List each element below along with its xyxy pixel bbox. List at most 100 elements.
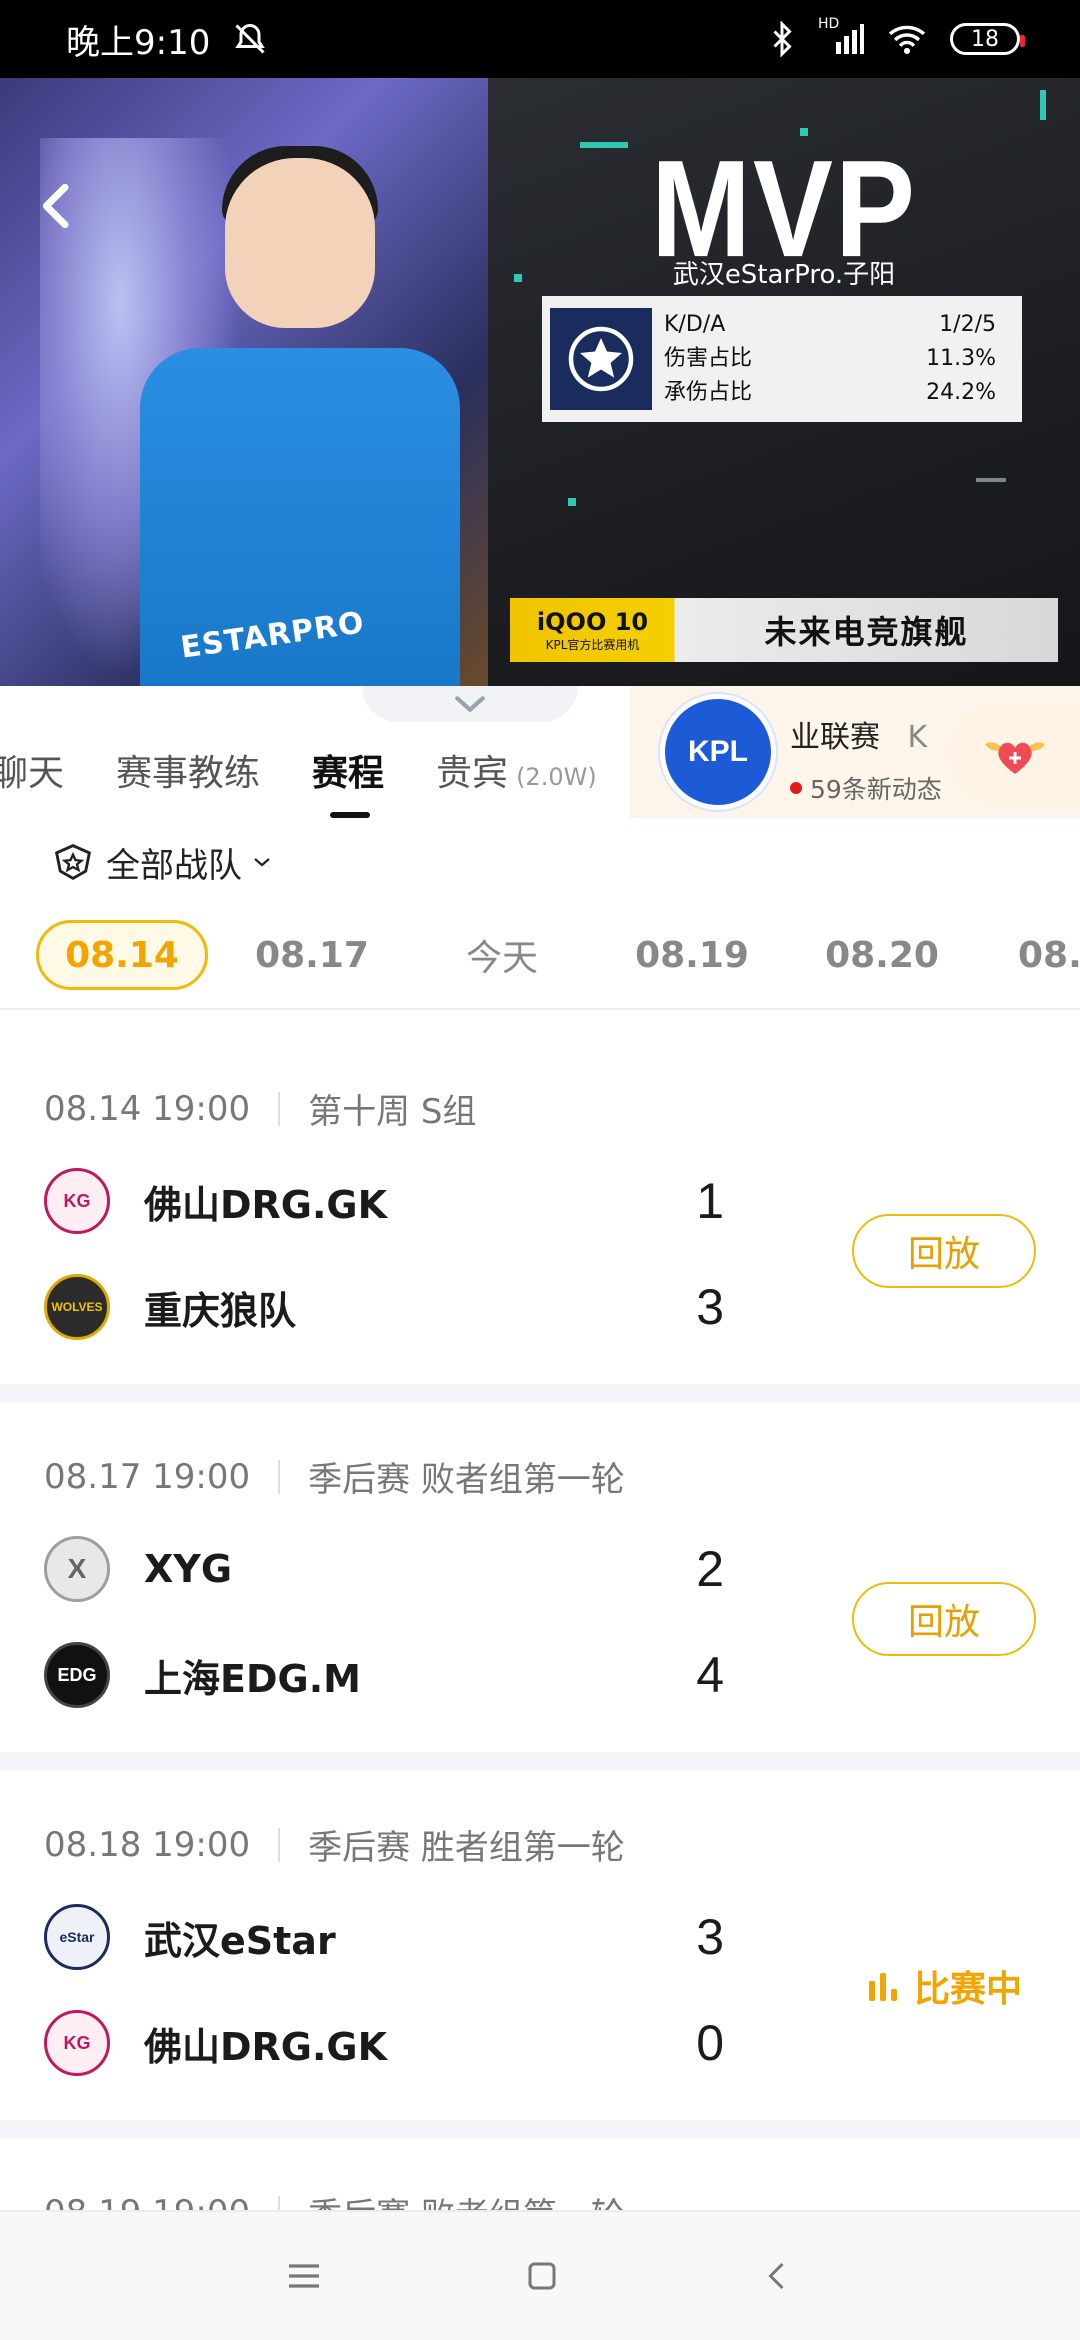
decor-line xyxy=(1040,90,1046,120)
date-tab-0820[interactable]: 08.20 xyxy=(796,920,968,990)
team-name: 上海EDG.M xyxy=(144,1656,361,1701)
team-logo: EDG xyxy=(44,1642,110,1708)
tab-coach[interactable]: 赛事教练 xyxy=(116,744,260,796)
team-score: 3 xyxy=(696,1909,724,1965)
tab-bar: 聊天 赛事教练 赛程 贵宾 (2.0W) KPL 业联赛 K 59条新动态 xyxy=(0,686,1080,818)
shield-star-icon xyxy=(54,844,92,881)
team-row: eStar 武汉eStar 3 xyxy=(44,1900,724,1974)
divider xyxy=(278,2195,281,2210)
signal-icon: HD xyxy=(818,16,864,56)
live-card-updates: 59条新动态 xyxy=(790,770,942,806)
divider xyxy=(278,1827,281,1862)
back-arrow-icon[interactable] xyxy=(30,178,86,234)
team-logo: WOLVES xyxy=(44,1274,110,1340)
status-time: 晚上9:10 xyxy=(66,22,211,63)
team-score: 3 xyxy=(696,1279,724,1335)
divider xyxy=(0,1384,1080,1402)
mvp-stat-card: K/D/A 1/2/5 伤害占比 11.3% 承伤占比 24.2% xyxy=(542,296,1022,422)
tab-vip-count: (2.0W) xyxy=(516,763,597,791)
match-card[interactable]: 08.17 19:00 季后赛 败者组第一轮 X XYG 2 EDG 上海EDG… xyxy=(0,1402,1080,1770)
match-card[interactable]: 08.18 19:00 季后赛 胜者组第一轮 eStar 武汉eStar 3 K… xyxy=(0,1770,1080,2138)
stat-row-taken: 承伤占比 24.2% xyxy=(664,376,1014,410)
team-name: 武汉eStar xyxy=(144,1918,336,1963)
stat-row-damage: 伤害占比 11.3% xyxy=(664,342,1014,376)
match-meta: 08.19 19:00 季后赛 败者组第一轮 xyxy=(44,2188,625,2210)
mvp-player-name: 武汉eStarPro.子阳 xyxy=(672,260,896,290)
team-filter[interactable]: 全部战队 xyxy=(50,834,272,890)
match-time: 08.14 19:00 xyxy=(44,1088,251,1129)
status-bar: 晚上9:10 HD 18 xyxy=(0,0,1080,78)
decor-dot xyxy=(568,498,576,506)
match-card[interactable]: 08.19 19:00 季后赛 败者组第一轮 xyxy=(0,2138,1080,2210)
date-tab-0814[interactable]: 08.14 xyxy=(36,920,208,990)
match-meta: 08.14 19:00 第十周 S组 xyxy=(44,1084,477,1133)
stat-row-kda: K/D/A 1/2/5 xyxy=(664,308,1014,342)
system-nav-bar xyxy=(0,2210,1080,2340)
live-card-subtitle: 59条新动态 xyxy=(810,775,942,804)
bar-chart-icon xyxy=(869,1973,897,2001)
divider xyxy=(0,1008,1080,1010)
league-live-card[interactable]: KPL 业联赛 K 59条新动态 xyxy=(630,686,1080,818)
match-card[interactable]: 08.14 19:00 第十周 S组 KG 佛山DRG.GK 1 WOLVES … xyxy=(0,1016,1080,1384)
team-logo: X xyxy=(44,1536,110,1602)
replay-button[interactable]: 回放 xyxy=(852,1582,1036,1656)
ad-brand-name: iQOO 10 xyxy=(536,607,649,636)
team-filter-label: 全部战队 xyxy=(106,845,242,886)
match-meta: 08.17 19:00 季后赛 败者组第一轮 xyxy=(44,1452,625,1501)
tab-chat[interactable]: 聊天 xyxy=(0,744,64,796)
live-match-label: 比赛中 xyxy=(914,1969,1023,2010)
stat-value: 24.2% xyxy=(926,380,996,405)
live-match-button[interactable]: 比赛中 xyxy=(866,1960,1022,2012)
stat-label: K/D/A xyxy=(664,312,726,337)
team-logo: KG xyxy=(44,2010,110,2076)
wifi-icon xyxy=(888,25,926,54)
divider xyxy=(278,1091,281,1126)
ad-slogan: 未来电竞旗舰 xyxy=(764,613,969,651)
collapse-handle[interactable] xyxy=(362,686,578,722)
tab-schedule[interactable]: 赛程 xyxy=(312,744,384,818)
match-time: 08.19 19:00 xyxy=(44,2193,250,2211)
live-dot-icon xyxy=(790,782,802,794)
date-tab-0817[interactable]: 08.17 xyxy=(226,920,398,990)
team-name: 佛山DRG.GK xyxy=(144,2024,388,2069)
match-stage: 第十周 S组 xyxy=(308,1092,477,1132)
menu-icon[interactable] xyxy=(284,2258,324,2294)
tabs: 聊天 赛事教练 赛程 贵宾 (2.0W) xyxy=(0,730,649,818)
match-time: 08.18 19:00 xyxy=(44,1824,251,1865)
date-tab-next[interactable]: 08.2 xyxy=(986,920,1080,990)
battery-level: 18 xyxy=(971,26,999,52)
date-tab-0819[interactable]: 08.19 xyxy=(606,920,778,990)
ad-brand-sub: KPL官方比赛用机 xyxy=(545,637,640,652)
battery-icon: 18 xyxy=(950,23,1025,55)
banner-hero-art: ESTARPRO xyxy=(0,78,488,686)
date-tab-today[interactable]: 今天 xyxy=(416,920,588,990)
sponsor-ad[interactable]: iQOO 10 KPL官方比赛用机 未来电竞旗舰 xyxy=(510,598,1058,662)
match-stage: 季后赛 败者组第一轮 xyxy=(308,2188,625,2210)
team-row: EDG 上海EDG.M 4 xyxy=(44,1638,724,1712)
team-score: 4 xyxy=(696,1647,724,1703)
live-card-title-main: 业联赛 xyxy=(790,720,880,755)
decor-line xyxy=(976,478,1006,482)
team-row: WOLVES 重庆狼队 3 xyxy=(44,1270,724,1344)
divider xyxy=(0,1752,1080,1770)
tab-vip[interactable]: 贵宾 (2.0W) xyxy=(436,744,597,796)
cheer-button[interactable] xyxy=(950,704,1080,804)
team-row: X XYG 2 xyxy=(44,1532,724,1606)
replay-button[interactable]: 回放 xyxy=(852,1214,1036,1288)
mvp-banner[interactable]: ESTARPRO MVP 武汉eStarPro.子阳 K/D/A 1/2/5 伤… xyxy=(0,78,1080,686)
team-name: 佛山DRG.GK xyxy=(144,1182,388,1227)
stat-label: 伤害占比 xyxy=(664,346,753,371)
team-row: KG 佛山DRG.GK 0 xyxy=(44,2006,724,2080)
player-face xyxy=(225,158,375,328)
stat-value: 11.3% xyxy=(926,346,996,371)
team-logo: eStar xyxy=(44,1904,110,1970)
home-icon[interactable] xyxy=(524,2258,560,2294)
team-name: 重庆狼队 xyxy=(144,1288,297,1333)
estar-team-logo xyxy=(550,308,652,410)
team-logo: KG xyxy=(44,1168,110,1234)
team-score: 2 xyxy=(696,1541,724,1597)
match-time: 08.17 19:00 xyxy=(44,1456,251,1497)
back-icon[interactable] xyxy=(760,2258,796,2294)
live-card-title-suffix: K xyxy=(907,720,928,755)
team-score: 1 xyxy=(696,1173,724,1229)
